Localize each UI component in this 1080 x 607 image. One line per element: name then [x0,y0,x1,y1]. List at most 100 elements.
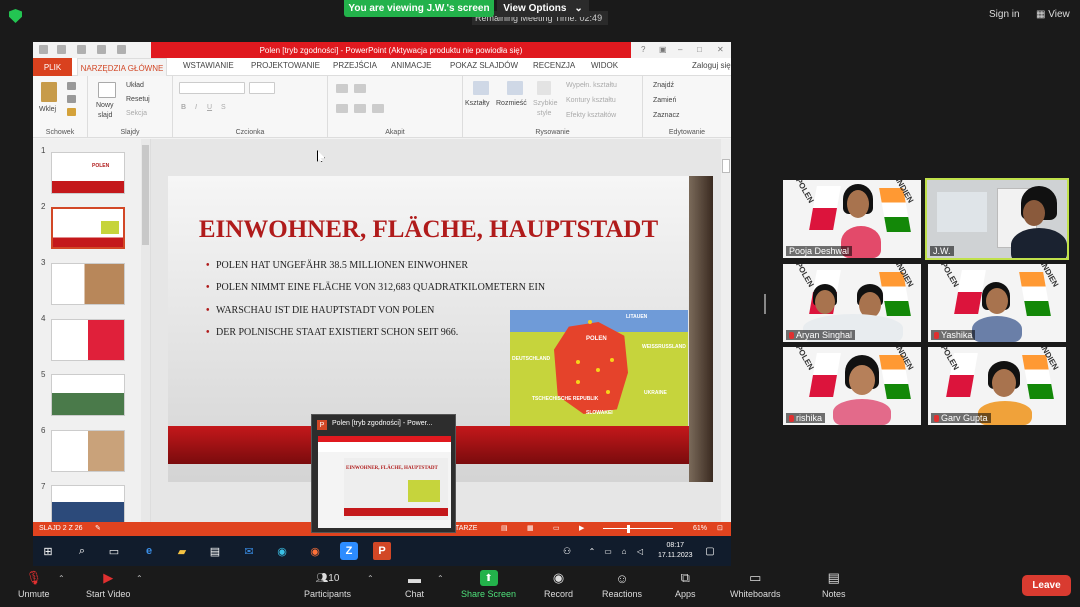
windows-start-icon[interactable]: ⊞ [39,542,57,560]
slide-thumbnail-4[interactable] [51,319,125,361]
view-options-button[interactable]: View Options ⌄ [497,0,589,17]
participants-button[interactable]: 👥︎ 10 Participants [304,570,351,600]
italic-button[interactable]: I [195,104,197,111]
save-icon[interactable] [57,45,66,54]
arrange-button[interactable]: Rozmieść [496,100,527,107]
participant-tile[interactable]: POLEN INDIEN Pooja Deshwal [783,180,921,258]
sorter-view-icon[interactable]: ▦ [527,524,534,532]
start-video-button[interactable]: ▶︎ Start Video [86,570,130,599]
normal-view-icon[interactable]: ▤ [501,524,508,532]
canvas-scrollbar[interactable] [721,139,731,522]
font-size-select[interactable] [249,82,275,94]
taskbar-window-preview[interactable]: P Polen [tryb zgodności] - Power... EINW… [311,414,456,533]
find-button[interactable]: Znajdź [653,82,674,89]
video-options-caret[interactable]: ⌃ [136,574,143,583]
shadow-button[interactable]: S [221,104,226,111]
quick-styles-button[interactable]: Szybkie [533,100,558,107]
preview-thumbnail[interactable]: EINWOHNER, FLÄCHE, HAUPTSTADT [318,436,451,528]
shape-effects-button[interactable]: Efekty kształtów [566,112,616,119]
slide-thumbnail-6[interactable] [51,430,125,472]
panel-resize-handle[interactable] [764,294,766,314]
paste-icon[interactable] [41,82,57,102]
layout-button[interactable]: Układ [126,82,144,89]
apps-button[interactable]: ⧉ Apps [675,570,696,599]
mail-icon[interactable]: ✉ [240,542,258,560]
reset-button[interactable]: Resetuj [126,96,150,103]
scroll-thumb[interactable] [142,145,149,245]
record-button[interactable]: ◉ Record [544,570,573,599]
shapes-icon[interactable] [473,81,489,95]
shape-outline-button[interactable]: Kontury kształtu [566,97,616,104]
font-family-select[interactable] [179,82,245,94]
thumbnails-scrollbar[interactable] [141,139,150,522]
quick-styles-icon[interactable] [537,81,551,95]
unmute-button[interactable]: 🎙︎ Unmute [18,570,50,599]
volume-icon[interactable]: ◁ [631,542,649,560]
tab-transitions[interactable]: PRZEJŚCIA [333,61,377,70]
maximize-icon[interactable]: □ [697,45,702,54]
participant-tile[interactable]: POLEN INDIEN Yashika [928,264,1066,342]
select-button[interactable]: Zaznacz [653,112,679,119]
search-icon[interactable]: ⌕ [73,542,91,560]
slideshow-view-icon[interactable]: ▶ [579,524,584,532]
redo-icon[interactable] [97,45,106,54]
tab-insert[interactable]: WSTAWIANIE [183,61,234,70]
zoom-slider[interactable] [603,528,673,529]
tab-design[interactable]: PROJEKTOWANIE [251,61,320,70]
audio-options-caret[interactable]: ⌃ [58,574,65,583]
powerpoint-taskbar-icon[interactable]: P [373,542,391,560]
chat-options-caret[interactable]: ⌃ [437,574,444,583]
zoom-app-icon[interactable]: Z [340,542,358,560]
align-center-icon[interactable] [354,104,366,113]
format-painter-icon[interactable] [67,108,76,116]
copy-icon[interactable] [67,95,76,103]
new-slide-label[interactable]: Nowy [96,102,114,109]
slide-thumbnail-5[interactable] [51,374,125,416]
reading-view-icon[interactable]: ▭ [553,524,560,532]
fit-slide-icon[interactable]: ⊡ [717,524,723,532]
chrome-edge-icon[interactable]: ◉ [273,542,291,560]
zoom-slider-handle[interactable] [627,525,630,533]
bullets-icon[interactable] [336,84,348,93]
slide-thumbnail-7[interactable] [51,485,125,527]
replace-button[interactable]: Zamień [653,97,676,104]
arrange-icon[interactable] [507,81,523,95]
participants-options-caret[interactable]: ⌃ [367,574,374,583]
underline-button[interactable]: U [207,104,212,111]
chat-button[interactable]: ▬ Chat [405,570,424,600]
shapes-button[interactable]: Kształty [465,100,490,107]
numbering-icon[interactable] [354,84,366,93]
minimize-icon[interactable]: – [678,45,682,54]
cut-icon[interactable] [67,82,76,90]
file-explorer-icon[interactable]: ▰ [173,542,191,560]
sign-in-link[interactable]: Sign in [989,9,1020,20]
bold-button[interactable]: B [181,104,186,111]
ribbon-options-icon[interactable]: ▣ [659,45,667,54]
undo-icon[interactable] [77,45,86,54]
shape-fill-button[interactable]: Wypełn. kształtu [566,82,617,89]
tab-view[interactable]: WIDOK [591,61,618,70]
store-icon[interactable]: ▤ [206,542,224,560]
share-screen-button[interactable]: ⬆ Share Screen [461,570,516,599]
slideshow-icon[interactable] [117,45,126,54]
leave-button[interactable]: Leave [1022,575,1071,596]
participant-tile-active-speaker[interactable]: J.W. [925,178,1069,260]
tab-slideshow[interactable]: POKAZ SLAJDÓW [450,61,518,70]
tab-review[interactable]: RECENZJA [533,61,575,70]
tab-animations[interactable]: ANIMACJE [391,61,431,70]
participant-tile[interactable]: POLEN INDIEN rishika [783,347,921,425]
slide-thumbnail-2[interactable] [51,207,125,249]
participant-tile[interactable]: POLEN INDIEN Aryan Singhal [783,264,921,342]
spellcheck-icon[interactable]: ✎ [95,524,101,532]
firefox-icon[interactable]: ◉ [306,542,324,560]
paste-label[interactable]: Wklej [39,106,56,113]
section-button[interactable]: Sekcja [126,110,147,117]
help-icon[interactable]: ? [641,45,645,54]
taskbar-clock[interactable]: 08:17 17.11.2023 [658,541,693,561]
task-view-icon[interactable]: ▭ [105,542,123,560]
view-button[interactable]: ▦ View [1036,9,1070,20]
tab-file[interactable]: PLIK [33,58,72,76]
people-icon[interactable]: ⚇ [558,542,576,560]
reactions-button[interactable]: ☺ Reactions [602,570,642,600]
participant-tile[interactable]: POLEN INDIEN Garv Gupta [928,347,1066,425]
